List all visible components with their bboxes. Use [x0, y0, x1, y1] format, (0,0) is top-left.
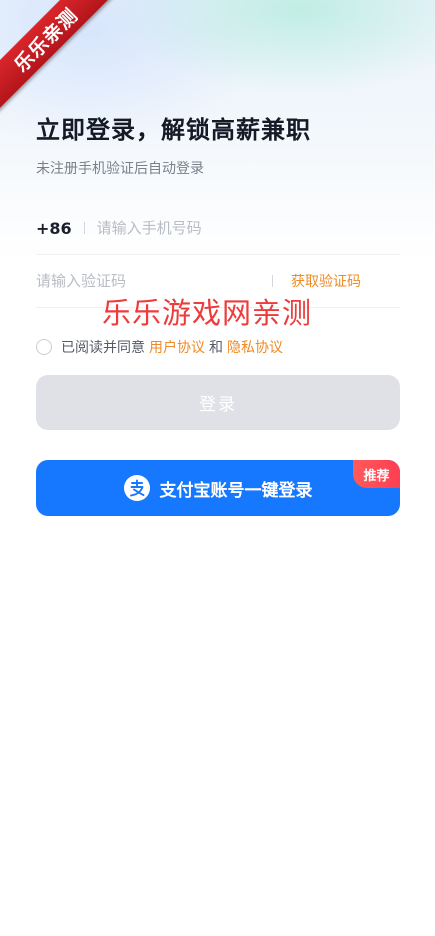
country-code-prefix[interactable]: +86	[36, 219, 72, 238]
login-button-label: 登录	[199, 395, 237, 415]
divider	[272, 275, 273, 287]
user-agreement-link[interactable]: 用户协议	[149, 337, 205, 357]
get-code-button[interactable]: 获取验证码	[291, 271, 361, 291]
alipay-icon	[123, 475, 150, 501]
page-subtitle: 未注册手机验证后自动登录	[36, 161, 204, 177]
login-button[interactable]: 登录	[36, 375, 400, 430]
privacy-agreement-link[interactable]: 隐私协议	[227, 337, 283, 357]
agreement-checkbox[interactable]	[36, 339, 52, 355]
verification-code-input[interactable]	[36, 272, 266, 290]
agreement-row: 已阅读并同意 用户协议 和 隐私协议	[36, 337, 287, 357]
phone-input-row: +86	[36, 202, 400, 255]
phone-number-input[interactable]	[96, 219, 357, 237]
recommend-badge: 推荐	[353, 460, 400, 488]
divider	[83, 222, 85, 234]
agreement-and-text: 和	[209, 340, 223, 356]
watermark-text: 乐乐游戏网亲测	[102, 296, 313, 330]
page-title: 立即登录，解锁高薪兼职	[36, 116, 311, 144]
alipay-login-label: 支付宝账号一键登录	[159, 480, 313, 501]
alipay-login-button[interactable]: 支付宝账号一键登录 推荐	[36, 460, 400, 516]
agreement-prefix-text: 已阅读并同意	[61, 340, 145, 356]
